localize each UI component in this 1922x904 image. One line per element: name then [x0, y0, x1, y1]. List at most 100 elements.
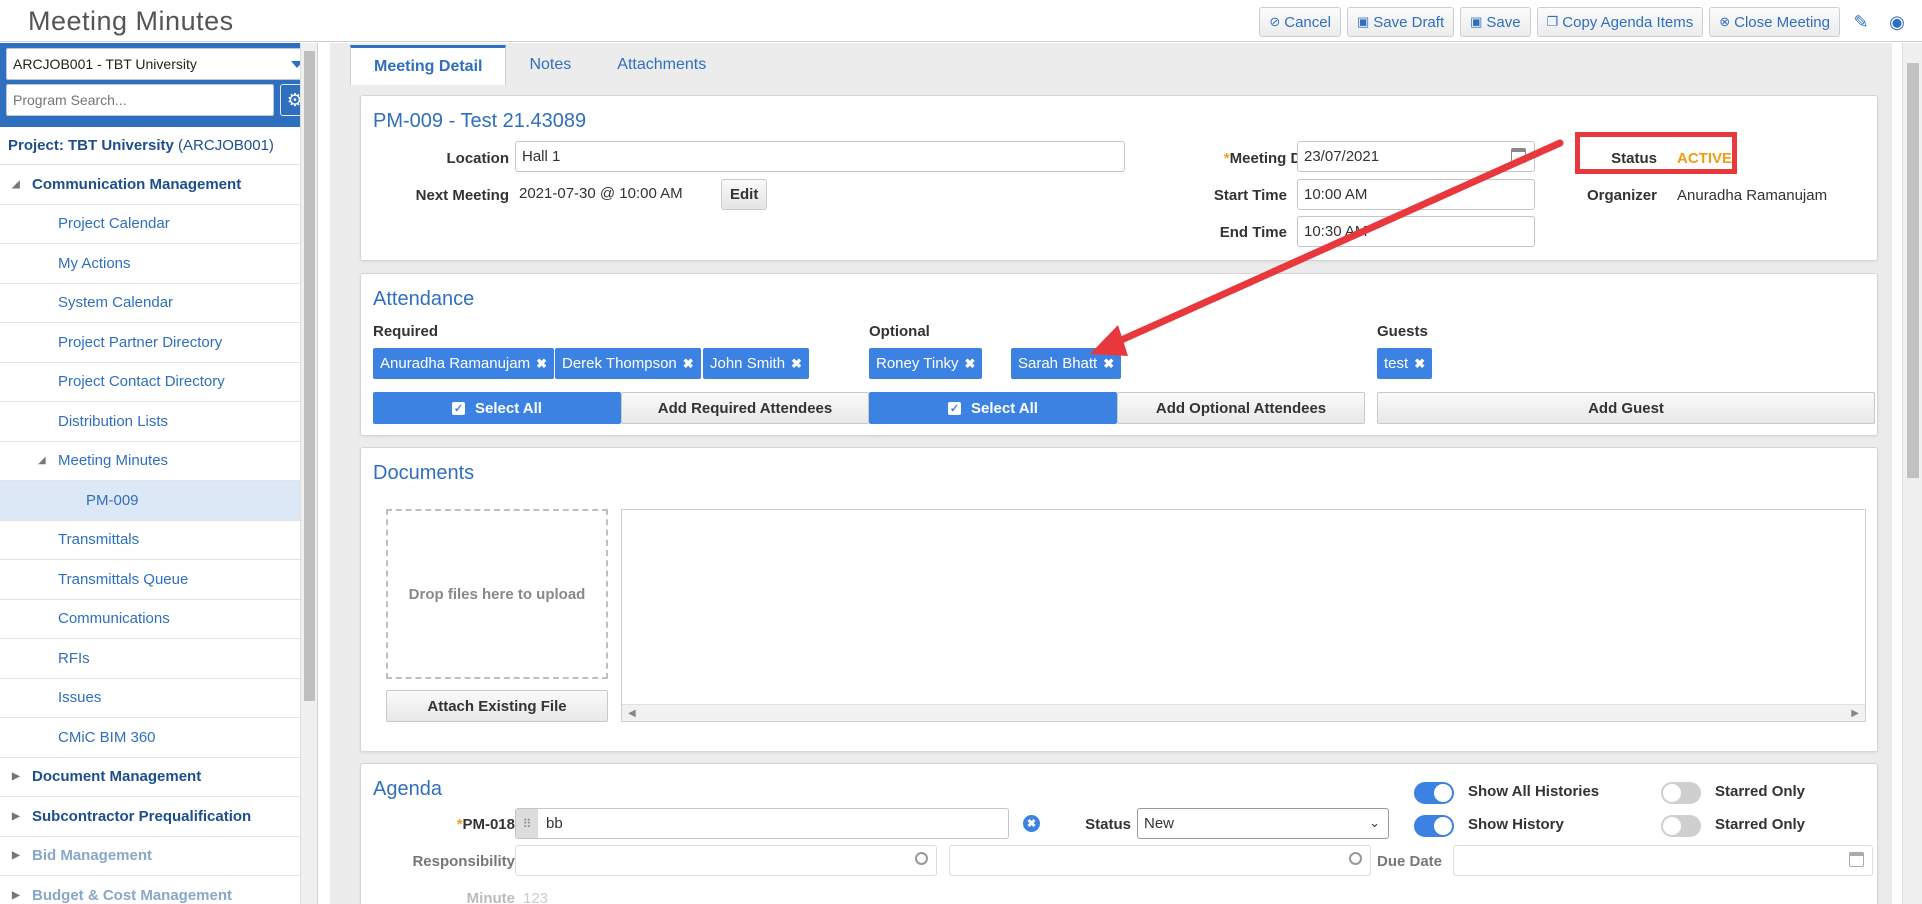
cancel-button[interactable]: ⊘ Cancel	[1259, 7, 1341, 37]
select-all-optional-button[interactable]: ✓ Select All	[869, 392, 1117, 424]
app-title: Meeting Minutes	[28, 6, 234, 36]
show-all-histories-toggle[interactable]	[1414, 782, 1454, 804]
cancel-icon: ⊘	[1269, 14, 1281, 29]
end-time-input[interactable]: 10:30 AM	[1297, 216, 1535, 247]
nav-subcontractor-prequalification[interactable]: ▶ Subcontractor Prequalification	[0, 797, 317, 837]
due-date-input[interactable]	[1453, 845, 1873, 876]
responsibility-input[interactable]	[515, 845, 937, 876]
search-icon[interactable]	[1349, 852, 1362, 865]
nav-cmic-bim-360[interactable]: CMiC BIM 360	[0, 718, 317, 758]
attach-existing-file-button[interactable]: Attach Existing File	[386, 690, 608, 722]
project-select[interactable]: ARCJOB001 - TBT University	[6, 48, 312, 80]
remove-icon[interactable]: ✖	[683, 356, 694, 372]
nav-meeting-minutes[interactable]: ◢ Meeting Minutes	[0, 442, 317, 481]
required-attendee-chip[interactable]: Derek Thompson ✖	[555, 348, 701, 379]
show-all-histories-label: Show All Histories	[1468, 783, 1600, 800]
optional-attendee-chip[interactable]: Roney Tinky ✖	[869, 348, 983, 379]
nav-project-partner-directory[interactable]: Project Partner Directory	[0, 323, 317, 363]
show-history-toggle[interactable]	[1414, 815, 1454, 837]
user-icon[interactable]: ◉	[1882, 7, 1912, 37]
add-optional-attendees-button[interactable]: Add Optional Attendees	[1117, 392, 1365, 424]
triangle-right-icon: ▶	[12, 810, 20, 822]
nav-my-actions[interactable]: My Actions	[0, 244, 317, 284]
required-attendee-chip[interactable]: Anuradha Ramanujam ✖	[373, 348, 554, 379]
nav-communication-management[interactable]: ◢ Communication Management	[0, 165, 317, 205]
tab-attachments[interactable]: Attachments	[594, 45, 729, 85]
agenda-item-label: *PM-018	[456, 816, 515, 833]
scrollbar-thumb[interactable]	[304, 51, 315, 701]
edit-next-meeting-button[interactable]: Edit	[721, 179, 768, 210]
sidebar-header: ARCJOB001 - TBT University ⚙	[0, 43, 317, 127]
starred-only-toggle[interactable]	[1661, 782, 1701, 804]
location-input[interactable]: Hall 1	[515, 141, 1125, 172]
add-required-attendees-button[interactable]: Add Required Attendees	[621, 392, 869, 424]
nav-distribution-lists[interactable]: Distribution Lists	[0, 402, 317, 442]
agenda-panel: Agenda *PM-018 ⠿ bb ✖ Status New ⌄ Show Al…	[360, 763, 1878, 904]
next-meeting-value: 2021-07-30 @ 10:00 AM	[519, 185, 683, 202]
attendance-panel: Attendance Required Optional Guests Anur…	[360, 273, 1878, 436]
meeting-date-input[interactable]: 23/07/2021	[1297, 141, 1535, 172]
remove-icon[interactable]: ✖	[1103, 356, 1114, 372]
tab-meeting-detail[interactable]: Meeting Detail	[350, 45, 507, 85]
agenda-item-input[interactable]: ⠿ bb	[515, 808, 1009, 839]
triangle-right-icon: ▶	[12, 850, 20, 862]
arrow-right-icon[interactable]: ▶	[1851, 708, 1859, 719]
calendar-icon[interactable]	[1511, 148, 1526, 163]
agenda-status-select[interactable]: New ⌄	[1137, 808, 1389, 839]
nav-pm-009[interactable]: PM-009	[0, 481, 317, 521]
program-search-input[interactable]	[6, 84, 274, 116]
tab-bar: Meeting Detail Notes Attachments	[330, 43, 1892, 85]
tab-notes[interactable]: Notes	[506, 45, 594, 85]
nav-system-calendar[interactable]: System Calendar	[0, 284, 317, 323]
scrollbar-thumb[interactable]	[1907, 63, 1919, 478]
optional-attendee-chip[interactable]: Sarah Bhatt ✖	[1011, 348, 1122, 379]
start-time-input[interactable]: 10:00 AM	[1297, 179, 1535, 210]
add-guest-button[interactable]: Add Guest	[1377, 392, 1875, 424]
guest-chip[interactable]: test ✖	[1377, 348, 1433, 379]
starred-only-toggle[interactable]	[1661, 815, 1701, 837]
remove-icon[interactable]: ✖	[791, 356, 802, 372]
clear-icon[interactable]: ✖	[1023, 815, 1040, 832]
close-circle-icon: ⊗	[1719, 14, 1731, 29]
responsibility-secondary-input[interactable]	[949, 845, 1371, 876]
minute-label: Minute	[466, 890, 515, 904]
annotation-highlight-box	[1575, 132, 1737, 174]
nav-list: ◢ Communication Management Project Calend…	[0, 165, 317, 904]
nav-communications[interactable]: Communications	[0, 600, 317, 639]
save-draft-button[interactable]: ▣ Save Draft	[1346, 7, 1455, 37]
main-scrollbar[interactable]	[1902, 43, 1922, 904]
nav-project-calendar[interactable]: Project Calendar	[0, 205, 317, 244]
remove-icon[interactable]: ✖	[536, 356, 547, 372]
save-icon: ▣	[1356, 14, 1370, 29]
nav-rfis[interactable]: RFIs	[0, 639, 317, 679]
nav-transmittals[interactable]: Transmittals	[0, 521, 317, 560]
organizer-value: Anuradha Ramanujam	[1677, 187, 1828, 204]
nav-budget-cost-management[interactable]: ▶ Budget & Cost Management	[0, 876, 317, 904]
nav-issues[interactable]: Issues	[0, 679, 317, 718]
edit-icon[interactable]: ✎	[1846, 7, 1876, 37]
copy-agenda-items-button[interactable]: ❐ Copy Agenda Items	[1536, 7, 1704, 37]
nav-project-contact-directory[interactable]: Project Contact Directory	[0, 363, 317, 402]
file-drop-zone[interactable]: Drop files here to upload	[386, 509, 608, 679]
nav-document-management[interactable]: ▶ Document Management	[0, 758, 317, 797]
required-attendee-chip[interactable]: John Smith ✖	[703, 348, 809, 379]
start-time-label: Start Time	[1213, 187, 1287, 204]
calendar-icon[interactable]	[1849, 852, 1864, 867]
location-label: Location	[446, 150, 510, 167]
remove-icon[interactable]: ✖	[1414, 356, 1425, 372]
horizontal-scrollbar[interactable]: ◀ ▶	[622, 704, 1865, 721]
search-icon[interactable]	[915, 852, 928, 865]
drag-handle-icon[interactable]: ⠿	[516, 809, 538, 838]
sidebar: ARCJOB001 - TBT University ⚙ Project: TB…	[0, 43, 318, 904]
remove-icon[interactable]: ✖	[965, 356, 976, 372]
select-all-required-button[interactable]: ✓ Select All	[373, 392, 621, 424]
nav-bid-management[interactable]: ▶ Bid Management	[0, 837, 317, 876]
arrow-left-icon[interactable]: ◀	[628, 708, 636, 719]
meeting-title: PM-009 - Test 21.43089	[373, 110, 587, 132]
close-meeting-button[interactable]: ⊗ Close Meeting	[1709, 7, 1840, 37]
show-history-label: Show History	[1468, 816, 1564, 833]
nav-transmittals-queue[interactable]: Transmittals Queue	[0, 560, 317, 600]
save-button[interactable]: ▣ Save	[1460, 7, 1531, 37]
sidebar-scrollbar[interactable]	[300, 43, 317, 904]
minute-value: 123	[523, 890, 549, 904]
